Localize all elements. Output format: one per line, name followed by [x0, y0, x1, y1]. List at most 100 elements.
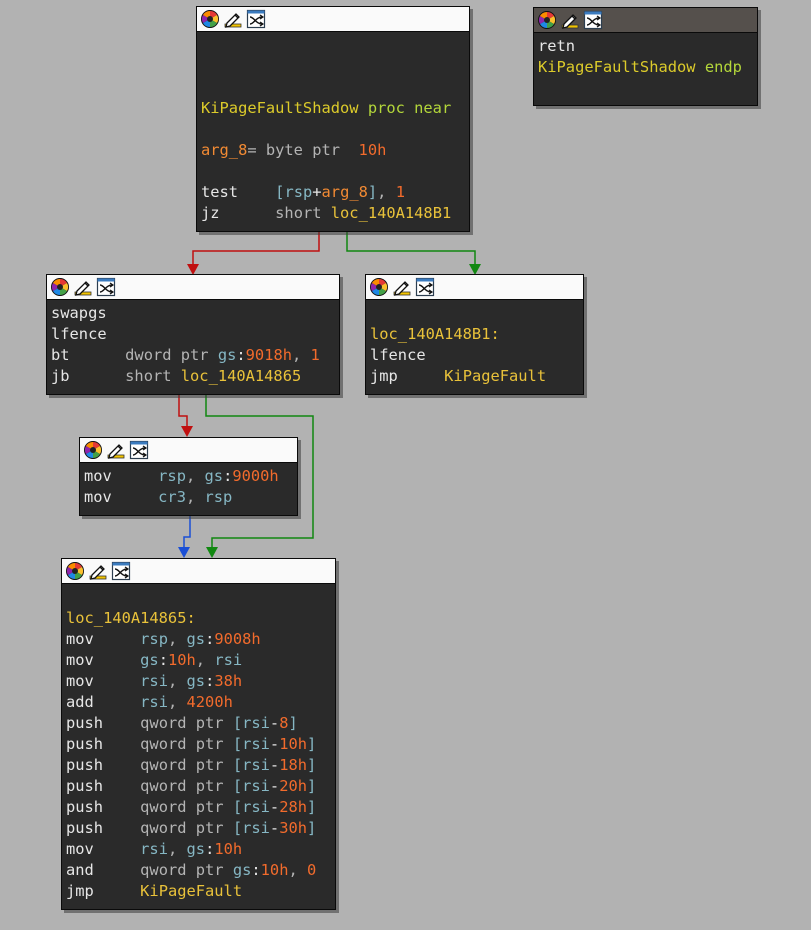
color-palette-icon[interactable]	[83, 440, 103, 460]
code-token: rsp	[204, 488, 233, 506]
graph-layout-icon[interactable]	[96, 277, 116, 297]
code-line[interactable]: lfence	[51, 324, 339, 345]
edit-pencil-icon[interactable]	[223, 9, 243, 29]
code-line[interactable]: test [rsp+arg_8], 1	[201, 182, 469, 203]
code-line[interactable]	[201, 77, 469, 98]
edit-pencil-icon[interactable]	[560, 10, 580, 30]
code-token: [	[232, 819, 243, 837]
code-token: gs	[140, 651, 159, 669]
edit-pencil-icon[interactable]	[88, 561, 108, 581]
edge-uncond-b4-b5	[183, 516, 191, 549]
code-line[interactable]: mov rsp, gs:9008h	[66, 629, 335, 650]
color-palette-icon[interactable]	[65, 561, 85, 581]
edge-false-b1-b2	[192, 232, 320, 266]
code-line[interactable]: mov rsi, gs:10h	[66, 839, 335, 860]
graph-layout-icon[interactable]	[129, 440, 149, 460]
color-palette-icon[interactable]	[537, 10, 557, 30]
code-token: rsp	[284, 183, 313, 201]
code-line[interactable]: jmp KiPageFault	[370, 366, 583, 387]
code-line[interactable]: arg_8= byte ptr 10h	[201, 140, 469, 161]
block-code: mov rsp, gs:9000h mov cr3, rsp	[80, 463, 297, 508]
graph-layout-icon[interactable]	[583, 10, 603, 30]
code-token: [	[232, 756, 243, 774]
code-token: short	[125, 367, 181, 385]
code-line[interactable]: loc_140A148B1:	[370, 324, 583, 345]
code-token: -	[269, 798, 280, 816]
edit-pencil-icon[interactable]	[392, 277, 412, 297]
code-line[interactable]: push qword ptr [rsi-8]	[66, 713, 335, 734]
code-line[interactable]: jz short loc_140A148B1	[201, 203, 469, 224]
code-line[interactable]: jb short loc_140A14865	[51, 366, 339, 387]
code-line[interactable]: swapgs	[51, 303, 339, 324]
code-line[interactable]: KiPageFaultShadow proc near	[201, 98, 469, 119]
edit-pencil-icon[interactable]	[73, 277, 93, 297]
code-token: ]	[307, 798, 317, 816]
code-line[interactable]	[370, 303, 583, 324]
code-token: mov	[66, 651, 94, 669]
code-token: KiPageFault	[140, 882, 243, 900]
code-token: and	[66, 861, 94, 879]
graph-layout-icon[interactable]	[415, 277, 435, 297]
code-token: lfence	[370, 346, 426, 364]
code-token: 28h	[279, 798, 308, 816]
code-line[interactable]: bt dword ptr gs:9018h, 1	[51, 345, 339, 366]
code-line[interactable]: mov cr3, rsp	[84, 487, 297, 508]
code-line[interactable]: push qword ptr [rsi-28h]	[66, 797, 335, 818]
block-toolbar	[62, 559, 335, 584]
code-line[interactable]: jmp KiPageFault	[66, 881, 335, 902]
code-token: bt	[51, 346, 70, 364]
color-palette-icon[interactable]	[200, 9, 220, 29]
code-line[interactable]: mov gs:10h, rsi	[66, 650, 335, 671]
graph-layout-icon[interactable]	[246, 9, 266, 29]
color-palette-icon[interactable]	[369, 277, 389, 297]
code-token: ,	[167, 840, 187, 858]
code-line[interactable]: mov rsi, gs:38h	[66, 671, 335, 692]
code-token: mov	[84, 467, 112, 485]
code-token: 10h	[214, 840, 243, 858]
code-token: 10h	[260, 861, 289, 879]
code-line[interactable]	[201, 35, 469, 56]
code-line[interactable]: add rsi, 4200h	[66, 692, 335, 713]
code-line[interactable]: push qword ptr [rsi-10h]	[66, 734, 335, 755]
code-token: -	[269, 735, 280, 753]
code-token: -	[269, 819, 280, 837]
code-line[interactable]: loc_140A14865:	[66, 608, 335, 629]
code-block-cr3[interactable]: mov rsp, gs:9000h mov cr3, rsp	[79, 437, 298, 516]
code-token: short	[275, 204, 331, 222]
code-token: :	[205, 672, 215, 690]
code-token: ]	[288, 714, 298, 732]
graph-layout-icon[interactable]	[111, 561, 131, 581]
code-token: [	[232, 777, 243, 795]
code-token: gs	[186, 630, 206, 648]
code-token: rsp	[140, 630, 168, 648]
edit-pencil-icon[interactable]	[106, 440, 126, 460]
code-token: ,	[292, 346, 311, 364]
color-palette-icon[interactable]	[50, 277, 70, 297]
code-line[interactable]: mov rsp, gs:9000h	[84, 466, 297, 487]
code-line[interactable]	[66, 587, 335, 608]
code-line[interactable]: push qword ptr [rsi-18h]	[66, 755, 335, 776]
code-line[interactable]	[201, 56, 469, 77]
code-line[interactable]: push qword ptr [rsi-20h]	[66, 776, 335, 797]
code-token: :	[251, 861, 261, 879]
code-line[interactable]	[201, 161, 469, 182]
code-token: :	[205, 630, 215, 648]
code-block-epilogue[interactable]: retn KiPageFaultShadow endp	[533, 7, 758, 106]
code-line[interactable]: and qword ptr gs:10h, 0	[66, 860, 335, 881]
code-token: ,	[195, 651, 215, 669]
code-block-loc-148b1[interactable]: loc_140A148B1: lfence jmp KiPageFault	[365, 274, 584, 395]
code-line[interactable]: retn	[538, 36, 757, 57]
code-block-entry[interactable]: KiPageFaultShadow proc near arg_8= byte p…	[196, 6, 470, 232]
code-block-loc-14865[interactable]: loc_140A14865: mov rsp, gs:9008h mov gs:10…	[61, 558, 336, 910]
code-line[interactable]	[201, 119, 469, 140]
code-token: 9008h	[214, 630, 261, 648]
code-line[interactable]: lfence	[370, 345, 583, 366]
code-line[interactable]: KiPageFaultShadow endp	[538, 57, 757, 78]
code-block-swapgs[interactable]: swapgs lfence bt dword ptr gs:9018h, 1 jb s…	[46, 274, 340, 395]
code-line[interactable]: push qword ptr [rsi-30h]	[66, 818, 335, 839]
code-token: ]	[307, 756, 317, 774]
code-token: [	[232, 798, 243, 816]
